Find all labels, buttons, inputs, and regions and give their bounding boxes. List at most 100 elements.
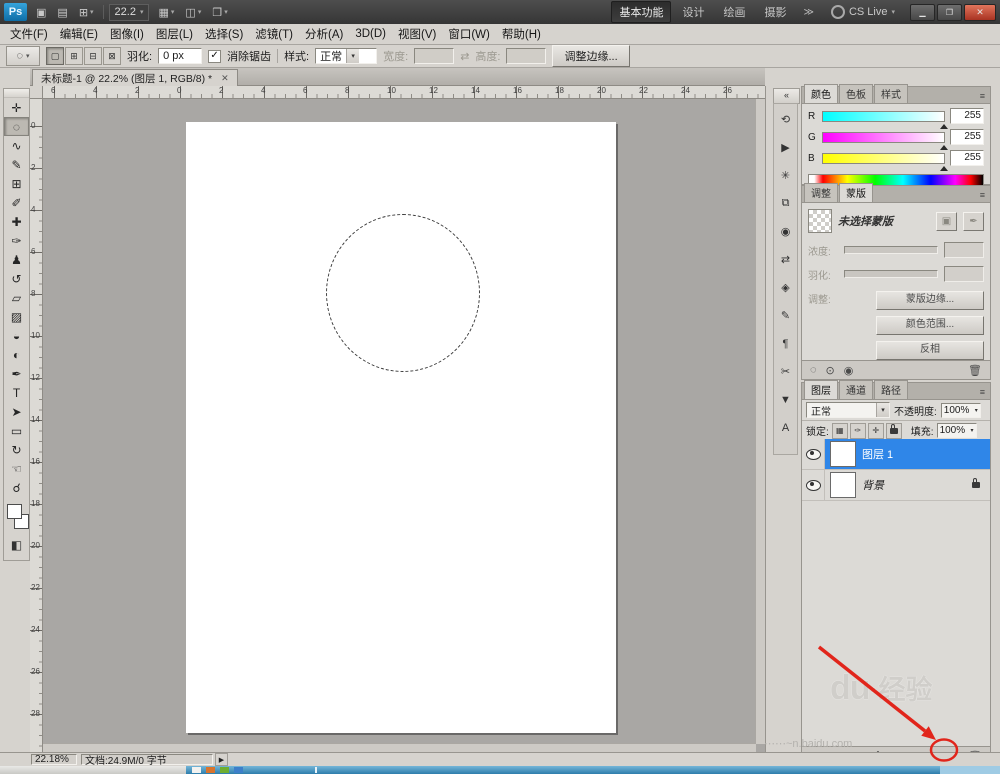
- menu-help[interactable]: 帮助(H): [496, 24, 547, 44]
- layers-tab-channels[interactable]: 通道: [839, 380, 873, 399]
- workspace-photography[interactable]: 摄影: [756, 1, 794, 23]
- foreground-color-swatch[interactable]: [7, 504, 22, 519]
- crop-tool[interactable]: ⊞: [4, 174, 29, 193]
- layer-thumbnail[interactable]: [830, 472, 856, 498]
- elliptical-marquee-tool[interactable]: ◌: [4, 117, 29, 136]
- mask-edge-button[interactable]: 蒙版边缘...: [876, 291, 984, 310]
- menu-view[interactable]: 视图(V): [392, 24, 442, 44]
- healing-brush-tool[interactable]: ✚: [4, 212, 29, 231]
- layer-row[interactable]: 背景: [802, 470, 990, 501]
- restore-button[interactable]: ❐: [937, 4, 962, 21]
- slider-handle-icon[interactable]: [940, 141, 948, 150]
- rotate-view-tool[interactable]: ↻: [4, 440, 29, 459]
- menu-threed[interactable]: 3D(D): [349, 26, 392, 42]
- zoom-level-field[interactable]: 22.2 ▾: [109, 4, 150, 21]
- blend-mode-select[interactable]: 正常 ▾: [806, 402, 890, 418]
- dodge-tool[interactable]: ◐: [4, 345, 29, 364]
- invert-button[interactable]: 反相: [876, 341, 984, 360]
- lock-all-icon[interactable]: [886, 423, 902, 439]
- close-button[interactable]: ✕: [964, 4, 996, 21]
- fill-field[interactable]: 100% ▾: [937, 423, 977, 438]
- screen-mode-icon[interactable]: ❐▾: [208, 5, 231, 20]
- menu-select[interactable]: 选择(S): [199, 24, 249, 44]
- menu-filter[interactable]: 滤镜(T): [249, 24, 299, 44]
- threed-panel-icon[interactable]: ◈: [776, 278, 795, 297]
- move-tool[interactable]: ✛: [4, 98, 29, 117]
- paragraph-panel-icon[interactable]: ¶: [776, 334, 795, 353]
- mini-bridge-icon[interactable]: ▤: [53, 5, 71, 20]
- masks-tab-adjustments[interactable]: 调整: [804, 183, 838, 202]
- document-tab[interactable]: 未标题-1 @ 22.2% (图层 1, RGB/8) * ✕: [32, 69, 238, 86]
- minimize-button[interactable]: ▁: [910, 4, 935, 21]
- menu-image[interactable]: 图像(I): [104, 24, 150, 44]
- subtract-selection-icon[interactable]: ⊟: [84, 47, 102, 65]
- panel-menu-icon[interactable]: ≡: [980, 91, 988, 103]
- eraser-tool[interactable]: ▱: [4, 288, 29, 307]
- menu-file[interactable]: 文件(F): [4, 24, 54, 44]
- eyedropper-tool[interactable]: ✐: [4, 193, 29, 212]
- slider-handle-icon[interactable]: [940, 162, 948, 171]
- feather-input[interactable]: 0 px: [158, 48, 202, 64]
- workspace-overflow-icon[interactable]: ≫: [799, 7, 817, 18]
- intersect-selection-icon[interactable]: ⊠: [103, 47, 121, 65]
- color-range-button[interactable]: 颜色范围...: [876, 316, 984, 335]
- panel-menu-icon[interactable]: ≡: [980, 190, 988, 202]
- info-panel-icon[interactable]: ◉: [776, 222, 795, 241]
- quick-selection-tool[interactable]: ✎: [4, 155, 29, 174]
- style-select[interactable]: 正常 ▾: [315, 48, 377, 64]
- character-panel-icon[interactable]: A: [776, 418, 795, 437]
- workspace-essentials[interactable]: 基本功能: [611, 1, 671, 23]
- visibility-toggle[interactable]: [802, 470, 825, 500]
- history-panel-icon[interactable]: ⟲: [776, 110, 795, 129]
- drop-panel-icon[interactable]: ▼: [776, 390, 795, 409]
- hand-pan-icon[interactable]: ▦▾: [154, 5, 178, 20]
- channel-r-slider[interactable]: [822, 111, 945, 122]
- lock-position-icon[interactable]: ✛: [868, 423, 884, 439]
- brush-presets-panel-icon[interactable]: ✳: [776, 166, 795, 185]
- color-tab-swatches[interactable]: 色板: [839, 84, 873, 103]
- layers-tab-paths[interactable]: 路径: [874, 380, 908, 399]
- delete-mask-icon[interactable]: 🗑: [968, 364, 982, 377]
- menu-window[interactable]: 窗口(W): [442, 24, 496, 44]
- channel-b-slider[interactable]: [822, 153, 945, 164]
- add-selection-icon[interactable]: ⊞: [65, 47, 83, 65]
- menu-edit[interactable]: 编辑(E): [54, 24, 104, 44]
- panel-menu-icon[interactable]: ≡: [980, 387, 988, 399]
- channel-b-value[interactable]: 255: [950, 150, 984, 166]
- workspace-painting[interactable]: 绘画: [715, 1, 753, 23]
- color-tab-styles[interactable]: 样式: [874, 84, 908, 103]
- history-brush-tool[interactable]: ↺: [4, 269, 29, 288]
- type-tool[interactable]: T: [4, 383, 29, 402]
- masks-tab-masks[interactable]: 蒙版: [839, 183, 873, 202]
- arrange-documents-icon[interactable]: ◫▾: [181, 5, 205, 20]
- vertical-scrollbar[interactable]: [755, 99, 765, 744]
- slider-handle-icon[interactable]: [940, 120, 948, 129]
- horizontal-scrollbar[interactable]: [43, 743, 756, 752]
- layers-tab-layers[interactable]: 图层: [804, 380, 838, 399]
- bridge-icon[interactable]: ▣: [32, 5, 50, 20]
- workspace-design[interactable]: 设计: [674, 1, 712, 23]
- antialias-checkbox[interactable]: ✓: [208, 50, 221, 63]
- animation-panel-icon[interactable]: ⇄: [776, 250, 795, 269]
- status-zoom-field[interactable]: 22.18%: [31, 754, 77, 765]
- channel-g-slider[interactable]: [822, 132, 945, 143]
- tool-preset-button[interactable]: ◌ ▾: [6, 46, 40, 66]
- cs-live-button[interactable]: CS Live ▾: [831, 5, 895, 19]
- refine-edge-button[interactable]: 调整边缘...: [552, 45, 629, 67]
- slice-panel-icon[interactable]: ✂: [776, 362, 795, 381]
- channel-g-value[interactable]: 255: [950, 129, 984, 145]
- brush-tool[interactable]: ✑: [4, 231, 29, 250]
- apply-mask-icon[interactable]: ⊙: [826, 364, 835, 377]
- rectangle-tool[interactable]: ▭: [4, 421, 29, 440]
- add-vector-mask-button[interactable]: ✒: [963, 212, 984, 231]
- pen-tool[interactable]: ✒: [4, 364, 29, 383]
- lock-pixels-icon[interactable]: ✑: [850, 423, 866, 439]
- canvas-viewport[interactable]: [43, 99, 756, 744]
- visibility-toggle[interactable]: [802, 439, 825, 469]
- lasso-tool[interactable]: ∿: [4, 136, 29, 155]
- blur-tool[interactable]: ◒: [4, 326, 29, 345]
- quick-mask-button[interactable]: ◧: [8, 538, 25, 552]
- actions-panel-icon[interactable]: ▶: [776, 138, 795, 157]
- notes-panel-icon[interactable]: ✎: [776, 306, 795, 325]
- new-selection-icon[interactable]: ▢: [46, 47, 64, 65]
